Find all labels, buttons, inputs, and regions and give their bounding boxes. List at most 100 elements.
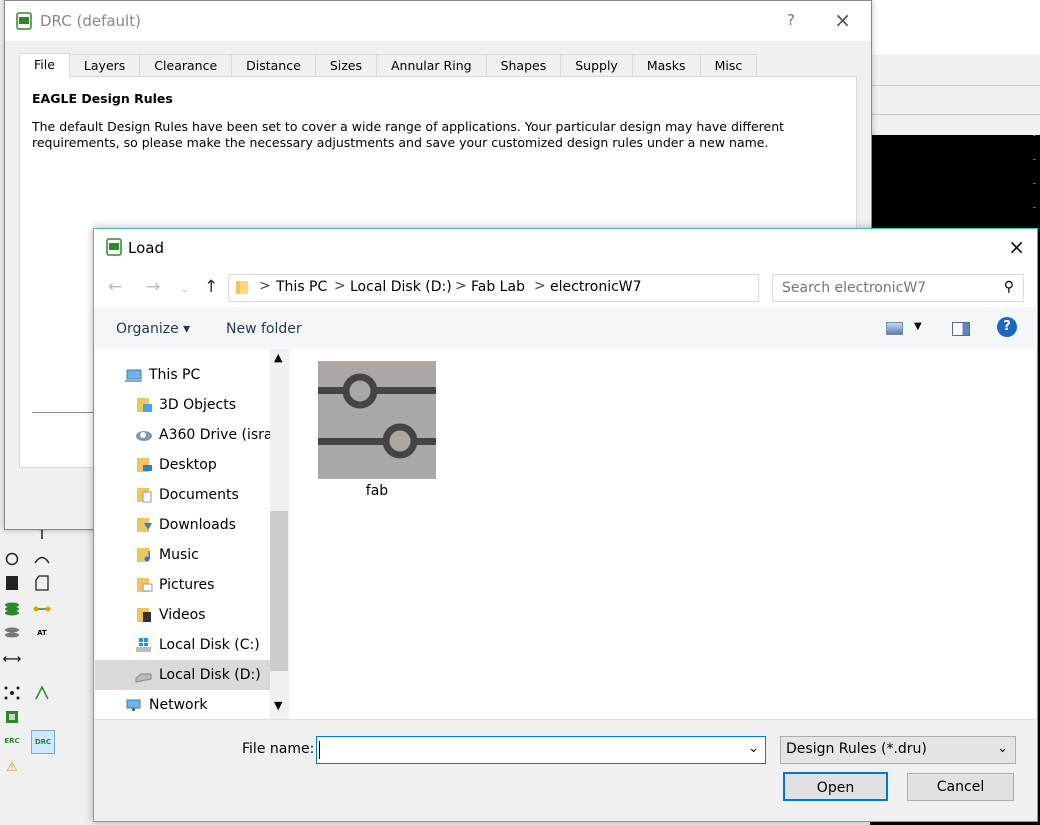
nav-item-pictures[interactable]: Pictures: [95, 570, 270, 600]
new-folder-button[interactable]: New folder: [226, 321, 302, 337]
change-view-icon[interactable]: [886, 322, 903, 335]
divider: [32, 412, 100, 413]
eagle-tool-palette: T AT ⟷ ERC DRC ⚠: [0, 528, 58, 825]
nav-item-network[interactable]: Network: [95, 690, 270, 719]
back-arrow-icon[interactable]: ←: [108, 277, 122, 297]
attribute-tool-icon[interactable]: AT: [31, 622, 53, 644]
tab-layers[interactable]: Layers: [68, 54, 141, 76]
3d-objects-icon: [137, 398, 152, 412]
tab-distance[interactable]: Distance: [231, 54, 316, 76]
nav-item-label: Local Disk (D:): [159, 667, 261, 683]
tab-file[interactable]: File: [19, 53, 70, 77]
scroll-thumb[interactable]: [270, 511, 288, 671]
chevron-down-icon: ⌄: [997, 741, 1008, 756]
nav-item-downloads[interactable]: Downloads: [95, 510, 270, 540]
breadcrumb-electronicw7[interactable]: electronicW7: [550, 279, 642, 295]
cancel-button[interactable]: Cancel: [907, 773, 1014, 801]
up-arrow-icon[interactable]: ↑: [204, 277, 218, 297]
drc-help-button[interactable]: ?: [787, 11, 795, 29]
nav-item-a360-drive[interactable]: A360 Drive (isra_: [95, 420, 270, 450]
nav-item-local-disk-d[interactable]: Local Disk (D:): [95, 660, 270, 690]
net-tool-icon[interactable]: [31, 598, 53, 620]
nav-scrollbar[interactable]: ▲ ▼: [270, 349, 288, 719]
sliders-icon: [318, 361, 436, 479]
chevron-right-icon: >: [455, 278, 467, 294]
open-button[interactable]: Open: [783, 772, 888, 801]
breadcrumb-this-pc[interactable]: This PC: [276, 279, 327, 295]
nav-item-desktop[interactable]: Desktop: [95, 450, 270, 480]
tab-shapes[interactable]: Shapes: [485, 54, 562, 76]
search-input[interactable]: [780, 279, 989, 297]
load-close-button[interactable]: ×: [1008, 235, 1025, 259]
drc-close-button[interactable]: ×: [834, 8, 851, 32]
autorouter-tool-icon[interactable]: [31, 682, 53, 704]
nav-item-documents[interactable]: Documents: [95, 480, 270, 510]
desktop-icon: [137, 458, 152, 472]
erc-tool-icon[interactable]: ERC: [1, 730, 23, 752]
nav-item-label: Network: [149, 697, 208, 713]
chip-tool-icon[interactable]: [1, 706, 23, 728]
drc-tabs: File Layers Clearance Distance Sizes Ann…: [19, 53, 758, 77]
chevron-down-icon[interactable]: ⌄: [180, 282, 189, 295]
scroll-up-icon[interactable]: ▲: [274, 351, 282, 364]
file-name-combobox[interactable]: ⌄: [316, 736, 766, 764]
search-box[interactable]: ⚲: [772, 274, 1024, 302]
preview-pane-icon[interactable]: [952, 322, 970, 336]
organize-button[interactable]: Organize ▾: [116, 321, 190, 337]
command-bar: Organize ▾ New folder ▼ ?: [94, 307, 1037, 350]
load-title: Load: [128, 239, 164, 257]
tab-sizes[interactable]: Sizes: [314, 54, 377, 76]
network-icon: [126, 699, 141, 711]
ratsnest-tool-icon[interactable]: [1, 682, 23, 704]
nav-item-3d-objects[interactable]: 3D Objects: [95, 390, 270, 420]
nav-item-label: Downloads: [159, 517, 236, 533]
polygon-tool-icon[interactable]: [31, 572, 53, 594]
file-type-value: Design Rules (*.dru): [786, 741, 927, 757]
tab-annular-ring[interactable]: Annular Ring: [375, 54, 487, 76]
circle-tool-icon[interactable]: [1, 548, 23, 570]
layers-tool-icon[interactable]: [1, 598, 23, 620]
file-name-input[interactable]: [321, 741, 745, 759]
tab-supply[interactable]: Supply: [560, 54, 633, 76]
nav-item-label: Documents: [159, 487, 239, 503]
nav-item-label: Pictures: [159, 577, 215, 593]
tab-clearance[interactable]: Clearance: [139, 54, 233, 76]
text-caret: [319, 741, 320, 759]
scroll-down-icon[interactable]: ▼: [274, 699, 282, 712]
load-dialog: Load × ← → ⌄ ↑ > This PC > Local Disk (D…: [93, 228, 1038, 822]
forward-arrow-icon[interactable]: →: [146, 277, 160, 297]
tab-masks[interactable]: Masks: [631, 54, 701, 76]
tab-misc[interactable]: Misc: [699, 54, 758, 76]
arc-tool-icon[interactable]: [31, 548, 53, 570]
drive-icon: [135, 673, 152, 683]
chevron-right-icon: >: [534, 278, 546, 294]
nav-item-videos[interactable]: Videos: [95, 600, 270, 630]
drc-tool-icon[interactable]: DRC: [31, 730, 55, 754]
eagle-brd-icon: [16, 12, 32, 30]
layers2-tool-icon[interactable]: [1, 622, 23, 644]
file-item-fab[interactable]: fab: [318, 361, 436, 501]
pictures-icon: [137, 578, 153, 592]
divider: [94, 719, 1037, 720]
rect-tool-icon[interactable]: [1, 572, 23, 594]
windows-drive-icon: [136, 638, 151, 652]
breadcrumb-local-disk-d[interactable]: Local Disk (D:): [350, 279, 452, 295]
file-name: fab: [365, 483, 389, 499]
nav-item-this-pc[interactable]: This PC: [95, 360, 270, 390]
load-titlebar[interactable]: Load ×: [94, 229, 1037, 269]
nav-item-local-disk-c[interactable]: Local Disk (C:): [95, 630, 270, 660]
nav-item-music[interactable]: Music: [95, 540, 270, 570]
breadcrumb-fab-lab[interactable]: Fab Lab: [471, 279, 525, 295]
chevron-down-icon[interactable]: ⌄: [748, 741, 759, 756]
view-dropdown-icon[interactable]: ▼: [914, 321, 922, 332]
chevron-right-icon: >: [259, 278, 271, 294]
address-bar[interactable]: > This PC > Local Disk (D:) > Fab Lab > …: [228, 274, 888, 302]
help-button[interactable]: ?: [997, 317, 1017, 337]
move-tool-icon[interactable]: ⟷: [1, 648, 23, 670]
drc-titlebar[interactable]: DRC (default) ? ×: [5, 1, 871, 41]
nav-item-label: Videos: [159, 607, 206, 623]
documents-icon: [137, 488, 152, 503]
navigation-pane: This PC 3D Objects A360 Drive (isra_ Des…: [95, 349, 270, 719]
warning-tool-icon[interactable]: ⚠: [1, 756, 23, 778]
file-type-select[interactable]: Design Rules (*.dru) ⌄: [780, 736, 1016, 764]
